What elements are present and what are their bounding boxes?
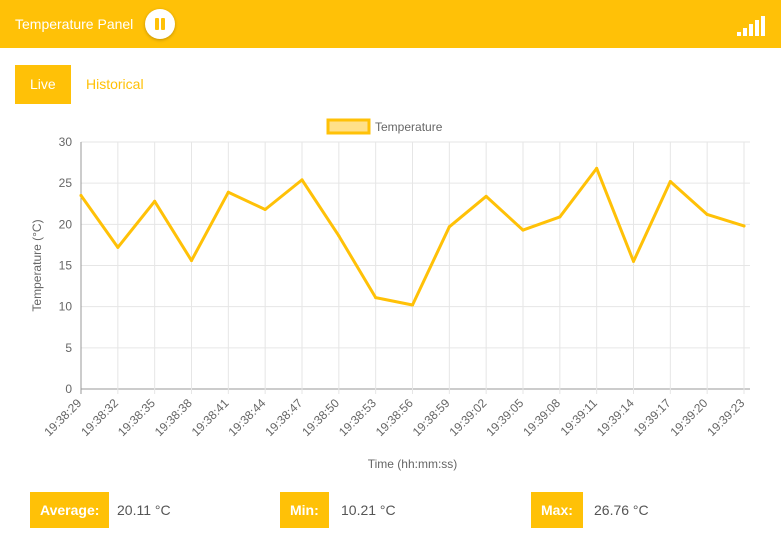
data-point <box>116 245 120 249</box>
pause-button[interactable] <box>145 9 175 39</box>
y-tick-label: 10 <box>59 300 73 314</box>
data-point <box>558 215 562 219</box>
x-axis-title: Time (hh:mm:ss) <box>368 457 458 471</box>
data-point <box>595 166 599 170</box>
legend-label: Temperature <box>375 120 443 134</box>
average-value: 20.11 °C <box>117 502 171 518</box>
x-tick-label: 19:39:05 <box>483 396 526 439</box>
data-point <box>190 259 193 263</box>
temperature-chart: 05101520253019:38:2919:38:3219:38:3519:3… <box>30 118 750 471</box>
data-point <box>79 194 83 198</box>
x-tick-label: 19:38:53 <box>336 396 379 439</box>
min-label: Min: <box>280 492 329 528</box>
data-point <box>300 178 304 182</box>
data-point <box>447 225 451 229</box>
data-point <box>153 199 157 203</box>
tab-live[interactable]: Live <box>15 65 71 104</box>
x-tick-label: 19:39:20 <box>668 396 711 439</box>
x-tick-label: 19:39:14 <box>594 396 637 439</box>
data-point <box>705 212 709 216</box>
x-tick-label: 19:39:23 <box>704 396 747 439</box>
data-point <box>337 234 341 238</box>
x-tick-label: 19:39:08 <box>520 396 563 439</box>
y-tick-label: 20 <box>59 217 73 231</box>
x-tick-label: 19:38:59 <box>410 396 453 439</box>
max-value: 26.76 °C <box>594 502 649 518</box>
x-tick-label: 19:38:47 <box>262 396 305 439</box>
data-point <box>226 190 230 194</box>
x-tick-label: 19:38:38 <box>152 396 195 439</box>
x-tick-label: 19:39:02 <box>447 396 490 439</box>
x-tick-label: 19:38:29 <box>41 396 84 439</box>
y-axis-title: Temperature (°C) <box>30 219 44 311</box>
max-label: Max: <box>531 492 583 528</box>
data-point <box>668 180 672 184</box>
x-tick-label: 19:38:44 <box>226 396 269 439</box>
data-point <box>263 208 267 212</box>
data-point <box>411 303 414 307</box>
x-tick-label: 19:38:35 <box>115 396 158 439</box>
data-point <box>632 259 635 263</box>
pause-icon <box>155 18 165 30</box>
y-tick-label: 15 <box>59 259 73 273</box>
top-bar: Temperature Panel <box>0 0 781 48</box>
data-point <box>521 228 525 232</box>
x-tick-label: 19:38:41 <box>189 396 232 439</box>
y-tick-label: 30 <box>59 135 73 149</box>
tab-historical[interactable]: Historical <box>71 65 159 104</box>
y-tick-label: 0 <box>65 382 72 396</box>
data-point <box>742 224 746 228</box>
data-point <box>374 296 378 300</box>
x-tick-label: 19:38:50 <box>299 396 342 439</box>
app-title: Temperature Panel <box>15 16 134 32</box>
x-tick-label: 19:38:56 <box>373 396 416 439</box>
x-tick-label: 19:38:32 <box>78 396 121 439</box>
y-tick-label: 5 <box>65 341 72 355</box>
y-tick-label: 25 <box>59 176 73 190</box>
x-tick-label: 19:39:17 <box>631 396 674 439</box>
average-label: Average: <box>30 492 110 528</box>
min-value: 10.21 °C <box>341 502 396 518</box>
x-tick-label: 19:39:11 <box>558 396 601 439</box>
legend-swatch <box>326 118 371 135</box>
data-point <box>484 194 488 198</box>
signal-bars-icon <box>737 16 767 36</box>
